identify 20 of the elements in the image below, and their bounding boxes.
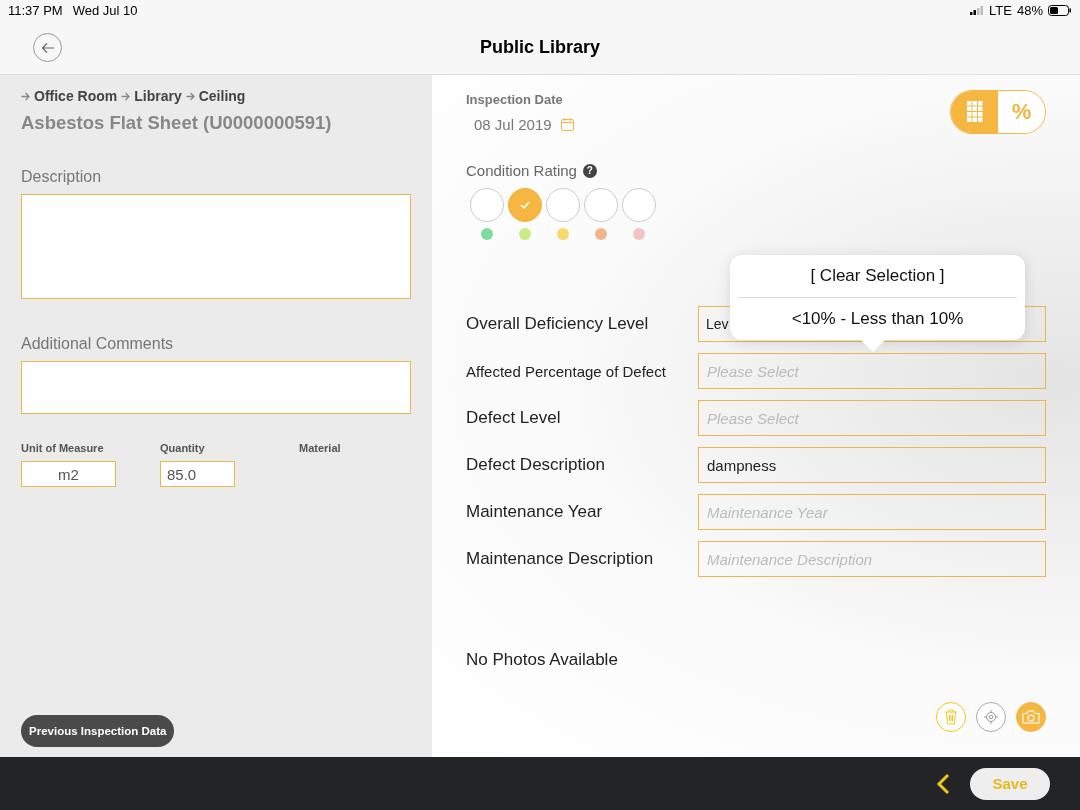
battery-percent: 48% [1016, 2, 1043, 18]
empty-photos-text: No Photos Available [466, 650, 618, 670]
field-label: Maintenance Description [466, 549, 655, 569]
field-label: Quantity [160, 442, 206, 454]
field-label: Description [21, 168, 102, 186]
field-label: Unit of Measure [21, 442, 105, 454]
status-time: 11:37 PM [8, 2, 63, 18]
field-label: Defect Description [466, 455, 606, 475]
field-label: Material [299, 442, 342, 454]
field-label: Affected Percentage of Defect [466, 362, 667, 380]
field-label: Defect Level [466, 408, 562, 428]
page-title: Public Library [479, 36, 600, 58]
field-label: Additional Comments [21, 335, 174, 353]
asset-title: Asbestos Flat Sheet (U0000000591) [21, 112, 332, 134]
field-label: Condition Rating [466, 162, 577, 179]
field-label: Overall Deficiency Level [466, 314, 650, 334]
field-label: Inspection Date [466, 92, 563, 107]
status-date: Wed Jul 10 [72, 2, 138, 18]
field-label: Maintenance Year [466, 502, 604, 522]
network-label: LTE [989, 2, 1012, 18]
